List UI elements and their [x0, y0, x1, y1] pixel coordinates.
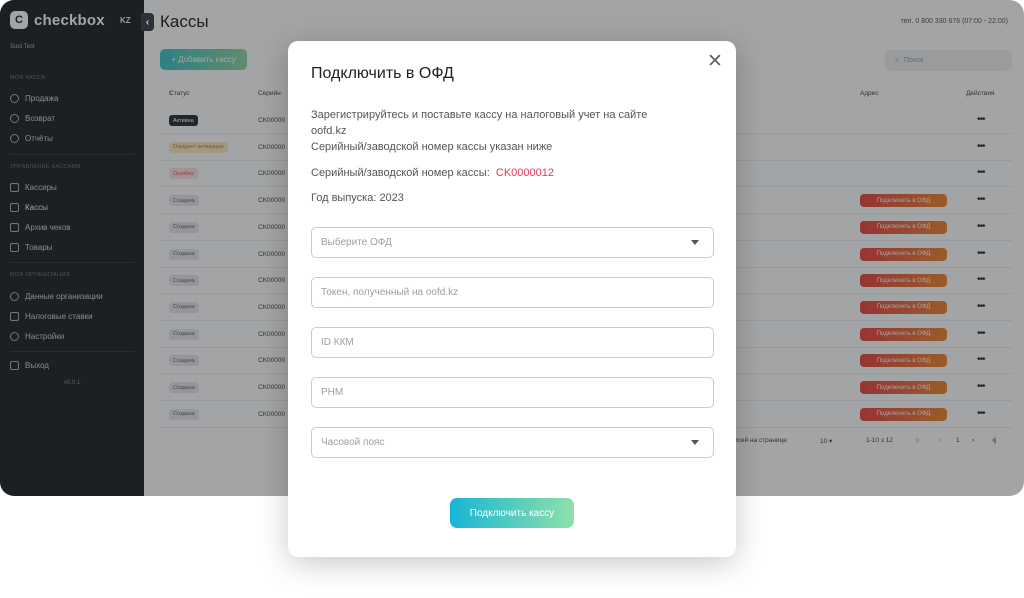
serial-number-row: Серийный/заводской номер кассы: CK000001…: [311, 165, 554, 181]
connect-ofd-modal: Подключить в ОФД ✕ Зарегистрируйтесь и п…: [288, 41, 736, 557]
kkm-id-input[interactable]: ID ККМ: [311, 327, 714, 358]
ofd-select[interactable]: Выберите ОФД: [311, 227, 714, 258]
serial-value: CK0000012: [495, 167, 554, 179]
close-icon[interactable]: ✕: [707, 52, 723, 71]
timezone-placeholder: Часовой пояс: [321, 437, 385, 448]
rnm-input[interactable]: РНМ: [311, 377, 714, 408]
timezone-select[interactable]: Часовой пояс: [311, 427, 714, 458]
token-placeholder: Токен, полученный на oofd.kz: [321, 287, 459, 298]
modal-title: Подключить в ОФД: [311, 65, 454, 82]
connect-register-button[interactable]: Подключить кассу: [450, 498, 574, 528]
caret-down-icon: [691, 440, 699, 445]
ofd-select-placeholder: Выберите ОФД: [321, 237, 392, 248]
serial-label: Серийный/заводской номер кассы:: [311, 167, 490, 179]
modal-instruction-line1: Зарегистрируйтесь и поставьте кассу на н…: [311, 109, 648, 121]
collapse-sidebar-button[interactable]: ‹: [141, 13, 154, 31]
caret-down-icon: [691, 240, 699, 245]
kkm-id-placeholder: ID ККМ: [321, 337, 354, 348]
release-year: Год выпуска: 2023: [311, 192, 404, 204]
modal-instruction-line2: oofd.kz: [311, 125, 347, 137]
rnm-placeholder: РНМ: [321, 387, 344, 398]
modal-instruction-line3: Серийный/заводской номер кассы указан ни…: [311, 141, 553, 153]
token-input[interactable]: Токен, полученный на oofd.kz: [311, 277, 714, 308]
chevron-left-icon: ‹: [145, 16, 150, 28]
